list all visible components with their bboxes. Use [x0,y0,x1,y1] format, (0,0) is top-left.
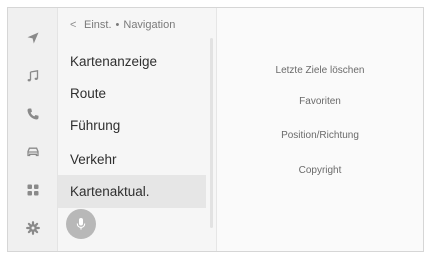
music-note-icon [27,70,38,82]
navigation-arrow-icon [27,32,38,44]
side-rail [8,8,58,251]
action-label: Position/Richtung [281,129,359,141]
menu-item-label: Führung [70,117,121,133]
car-icon [26,147,39,157]
action-label: Letzte Ziele löschen [275,64,365,76]
phone-icon [27,108,38,120]
settings-menu: < Einst. • Navigation Kartenanzeige Route F… [58,8,217,251]
menu-item-label: Verkehr [70,151,117,167]
rail-navigation-button[interactable] [8,18,57,58]
action-label: Favoriten [299,95,341,107]
menu-item-fuehrung[interactable]: Führung [58,109,206,141]
menu-item-label: Route [70,85,107,101]
apps-grid-icon [27,184,38,196]
menu-item-label: Kartenaktual. [70,184,150,199]
content-panel: Letzte Ziele löschen Favoriten Position/… [217,8,423,251]
delete-recent-destinations-button[interactable]: Letzte Ziele löschen [217,58,423,82]
rail-phone-button[interactable] [8,94,57,134]
rail-vehicle-button[interactable] [8,132,57,172]
gear-icon [25,221,40,235]
menu-item-route[interactable]: Route [58,77,206,109]
microphone-icon [76,218,86,230]
settings-screen: < Einst. • Navigation Kartenanzeige Route F… [7,7,424,252]
action-label: Copyright [298,164,342,176]
copyright-button[interactable]: Copyright [217,158,423,182]
favorites-button[interactable]: Favoriten [217,89,423,113]
breadcrumb-separator: • [115,19,120,31]
rail-music-button[interactable] [8,56,57,96]
menu-item-kartenaktual[interactable]: Kartenaktual. [58,175,206,208]
menu-item-verkehr[interactable]: Verkehr [58,143,206,175]
breadcrumb-current: Navigation [123,19,176,31]
breadcrumb: < Einst. • Navigation [70,19,175,31]
chevron-left-icon[interactable]: < [70,19,84,31]
voice-button[interactable] [66,209,96,239]
position-direction-button[interactable]: Position/Richtung [217,123,423,147]
menu-item-kartenanzeige[interactable]: Kartenanzeige [58,45,206,77]
menu-item-label: Kartenanzeige [70,53,158,69]
menu-scrollbar[interactable] [210,38,213,228]
rail-settings-button[interactable] [8,208,57,248]
breadcrumb-parent[interactable]: Einst. [84,19,112,31]
rail-apps-button[interactable] [8,170,57,210]
